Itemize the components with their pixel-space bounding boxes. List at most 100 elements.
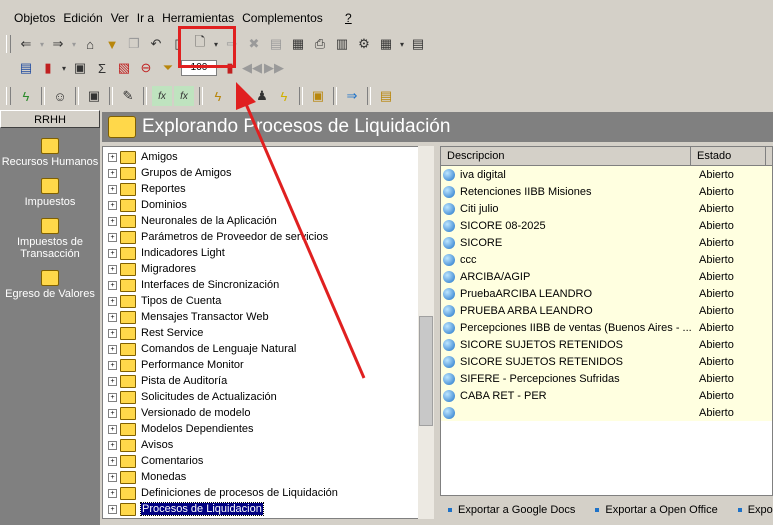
expand-icon[interactable]: + — [108, 232, 117, 242]
list-row[interactable]: Percepciones IIBB de ventas (Buenos Aire… — [441, 319, 772, 336]
forward-arrow-icon[interactable]: ⇒ — [48, 34, 68, 54]
previous-icon[interactable]: ◀◀ — [242, 58, 262, 78]
person-icon[interactable]: ♟ — [252, 86, 272, 106]
list-row[interactable]: SICORE SUJETOS RETENIDOS Abierto — [441, 353, 772, 370]
chart-dropdown-icon[interactable]: ▾ — [60, 58, 68, 78]
chart-icon[interactable]: ▮ — [38, 58, 58, 78]
menu-help[interactable]: ? — [345, 11, 352, 25]
left-panel-item[interactable]: Recursos Humanos — [0, 138, 100, 168]
edit-icon[interactable]: ϟ — [208, 86, 228, 106]
expand-icon[interactable]: + — [108, 376, 117, 386]
customize-icon[interactable]: ▤ — [408, 34, 428, 54]
export-link[interactable]: Export — [730, 504, 773, 516]
copy-icon[interactable]: ❐ — [124, 34, 144, 54]
left-panel-item[interactable]: Impuestos de Transacción — [0, 218, 100, 260]
expand-icon[interactable]: + — [108, 296, 117, 306]
expand-icon[interactable]: + — [108, 424, 117, 434]
dropdown-icon[interactable]: ▾ — [38, 34, 46, 54]
expand-icon[interactable]: + — [108, 504, 117, 514]
next-icon[interactable]: ▶▶ — [264, 58, 284, 78]
left-panel-item[interactable]: Impuestos — [0, 178, 100, 208]
print-icon[interactable]: ⎙ — [310, 34, 330, 54]
menu-item[interactable]: Objetos — [10, 11, 59, 25]
menu-item[interactable]: Herramientas — [158, 11, 238, 25]
list-row[interactable]: Citi julio Abierto — [441, 200, 772, 217]
expand-icon[interactable]: + — [108, 200, 117, 210]
view-dropdown-icon[interactable]: ▾ — [398, 34, 406, 54]
tree-node[interactable]: + Comandos de Lenguaje Natural — [103, 341, 433, 357]
expand-icon[interactable]: + — [108, 328, 117, 338]
list-row[interactable]: PruebaARCIBA LEANDRO Abierto — [441, 285, 772, 302]
expand-icon[interactable]: + — [108, 168, 117, 178]
expand-icon[interactable]: + — [108, 216, 117, 226]
expand-icon[interactable]: + — [108, 408, 117, 418]
lightning-icon[interactable]: ϟ — [274, 86, 294, 106]
scrollbar-thumb[interactable] — [419, 316, 433, 426]
list-row[interactable]: PRUEBA ARBA LEANDRO Abierto — [441, 302, 772, 319]
stack-icon[interactable]: ▤ — [376, 86, 396, 106]
tree-node[interactable]: + Definiciones de procesos de Liquidación — [103, 485, 433, 501]
delete-icon[interactable]: ✖ — [244, 34, 264, 54]
report-doc-icon[interactable]: ▤ — [16, 58, 36, 78]
pivot-icon[interactable]: ▣ — [70, 58, 90, 78]
tree-node[interactable]: + Monedas — [103, 469, 433, 485]
properties-icon[interactable]: ▦ — [288, 34, 308, 54]
back-arrow-icon[interactable]: ⇐ — [16, 34, 36, 54]
expand-icon[interactable]: + — [108, 392, 117, 402]
tree-node[interactable]: + Performance Monitor — [103, 357, 433, 373]
card-icon[interactable]: ▣ — [84, 86, 104, 106]
grid-view-icon[interactable]: ▦ — [376, 34, 396, 54]
settings-icon[interactable]: ⚙ — [354, 34, 374, 54]
expand-icon[interactable]: + — [108, 456, 117, 466]
export-link[interactable]: Exportar a Google Docs — [440, 504, 575, 516]
tree-node[interactable]: + Pista de Auditoría — [103, 373, 433, 389]
tree-node[interactable]: + Solicitudes de Actualización — [103, 389, 433, 405]
list-row[interactable]: ARCIBA/AGIP Abierto — [441, 268, 772, 285]
menu-item[interactable]: Ir a — [133, 11, 158, 25]
list-row[interactable]: Retenciones IIBB Misiones Abierto — [441, 183, 772, 200]
expand-icon[interactable]: + — [108, 280, 117, 290]
tree-node[interactable]: + Comentarios — [103, 453, 433, 469]
tree-node[interactable]: + Modelos Dependientes — [103, 421, 433, 437]
left-panel-header[interactable]: RRHH — [0, 110, 100, 128]
list-row[interactable]: SIFERE - Percepciones Sufridas Abierto — [441, 370, 772, 387]
tree-node[interactable]: + Procesos de Liquidacion — [103, 501, 433, 517]
tree-node[interactable]: + Mensajes Transactor Web — [103, 309, 433, 325]
expand-icon[interactable]: + — [108, 248, 117, 258]
expand-icon[interactable]: + — [108, 312, 117, 322]
stop-icon[interactable]: ⊖ — [136, 58, 156, 78]
menu-item[interactable]: Complementos — [238, 11, 327, 25]
toolbar-grip[interactable] — [6, 87, 11, 105]
menu-item[interactable]: Ver — [107, 11, 133, 25]
tree-node[interactable]: + Parámetros de Proveedor de servicios — [103, 229, 433, 245]
column-header-descripcion[interactable]: Descripcion — [441, 147, 691, 165]
people-icon[interactable]: ♟ — [230, 86, 250, 106]
star-folder-icon[interactable]: ▣ — [308, 86, 328, 106]
tree-node[interactable]: + Indicadores Light — [103, 245, 433, 261]
tree-node[interactable]: + Amigos — [103, 149, 433, 165]
expand-icon[interactable]: + — [108, 152, 117, 162]
function-icon[interactable]: fx — [152, 86, 172, 106]
menu-item[interactable]: Edición — [59, 11, 106, 25]
expand-icon[interactable]: + — [108, 184, 117, 194]
tree-node[interactable]: + Neuronales de la Aplicación — [103, 213, 433, 229]
chart-pdf-icon[interactable]: ▧ — [114, 58, 134, 78]
assign-icon[interactable]: ✎ — [118, 86, 138, 106]
home-icon[interactable]: ⌂ — [80, 34, 100, 54]
function-alt-icon[interactable]: fx — [174, 86, 194, 106]
user-icon[interactable]: ☺ — [50, 86, 70, 106]
report-icon[interactable]: ▥ — [332, 34, 352, 54]
tree-node[interactable]: + Rest Service — [103, 325, 433, 341]
tree-scrollbar[interactable] — [418, 146, 434, 519]
expand-icon[interactable]: + — [108, 440, 117, 450]
tree-node[interactable]: + Tipos de Cuenta — [103, 293, 433, 309]
column-header-estado[interactable]: Estado — [691, 147, 766, 165]
expand-icon[interactable]: + — [108, 360, 117, 370]
tree-node[interactable]: + Avisos — [103, 437, 433, 453]
import-icon[interactable]: ⇒ — [342, 86, 362, 106]
left-panel-item[interactable]: Egreso de Valores — [0, 270, 100, 300]
list-row[interactable]: iva digital Abierto — [441, 166, 772, 183]
list-row[interactable]: SICORE SUJETOS RETENIDOS Abierto — [441, 336, 772, 353]
sum-icon[interactable]: Σ — [92, 58, 112, 78]
export-link[interactable]: Exportar a Open Office — [587, 504, 718, 516]
